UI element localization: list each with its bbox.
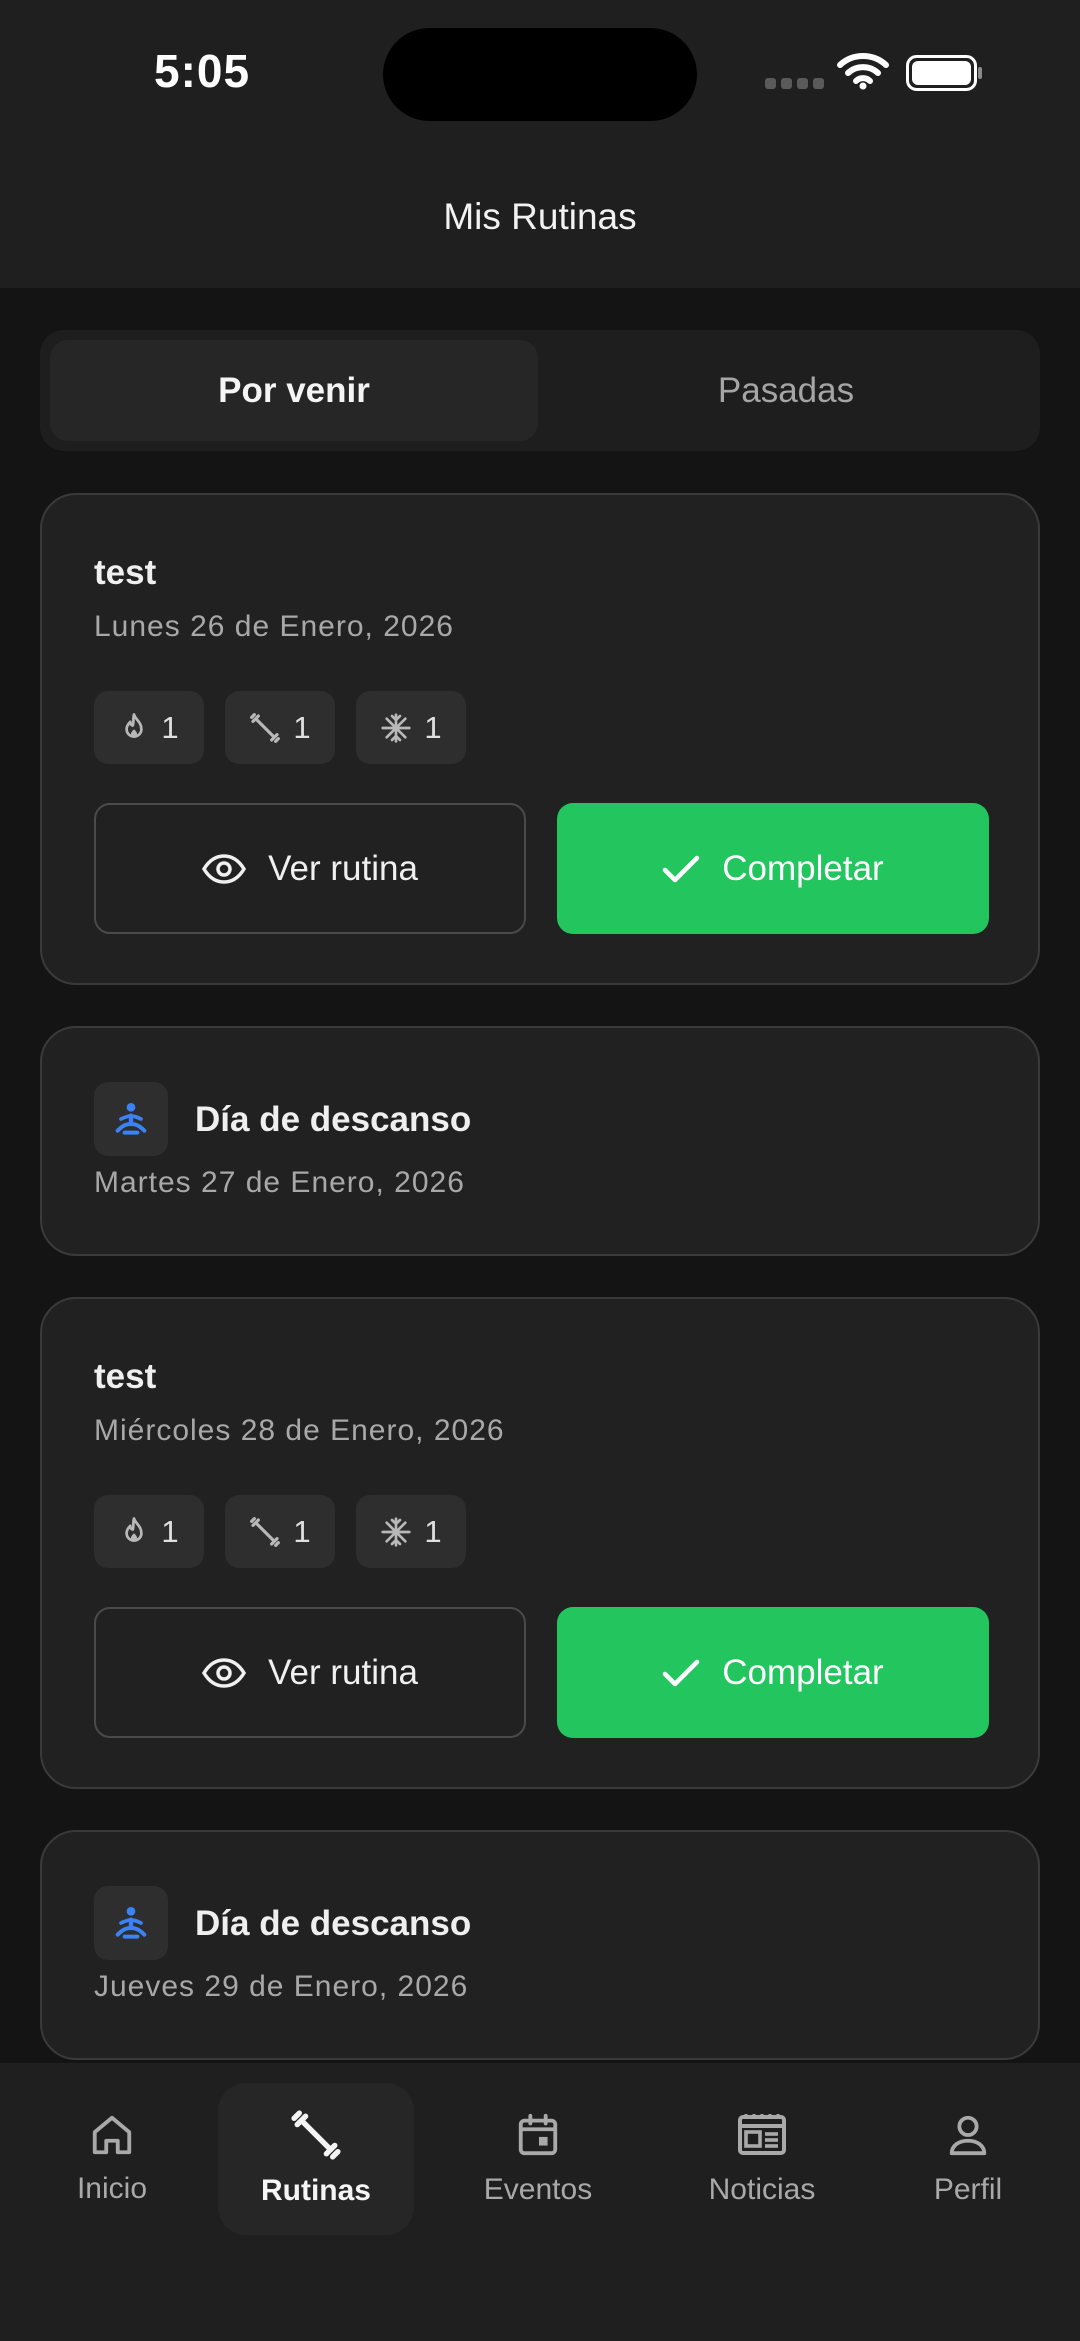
nav-item-noticias[interactable]: Noticias bbox=[692, 2083, 832, 2235]
routine-stats: 1 1 1 bbox=[94, 691, 466, 764]
nav-label-noticias: Noticias bbox=[708, 2173, 816, 2206]
warmup-count: 1 bbox=[161, 709, 179, 745]
view-routine-label: Ver rutina bbox=[268, 1652, 418, 1692]
cooldown-count: 1 bbox=[424, 709, 442, 745]
rest-day-card: Día de descanso Jueves 29 de Enero, 2026 bbox=[40, 1830, 1040, 2060]
dumbbell-icon bbox=[250, 1516, 281, 1547]
view-routine-button[interactable]: Ver rutina bbox=[94, 1607, 526, 1738]
warmup-chip: 1 bbox=[94, 1495, 204, 1568]
nav-label-inicio: Inicio bbox=[76, 2172, 148, 2205]
routine-date: Miércoles 28 de Enero, 2026 bbox=[94, 1414, 505, 1447]
rest-day-title: Día de descanso bbox=[195, 1100, 472, 1139]
nav-item-rutinas[interactable]: Rutinas bbox=[218, 2083, 414, 2235]
warmup-chip: 1 bbox=[94, 691, 204, 764]
cellular-signal-icon bbox=[765, 78, 824, 89]
cooldown-chip: 1 bbox=[356, 691, 466, 764]
home-icon bbox=[92, 2115, 132, 2155]
routine-date: Lunes 26 de Enero, 2026 bbox=[94, 610, 454, 643]
rest-day-card: Día de descanso Martes 27 de Enero, 2026 bbox=[40, 1026, 1040, 1256]
complete-label: Completar bbox=[722, 848, 884, 888]
nav-item-eventos[interactable]: Eventos bbox=[468, 2083, 608, 2235]
rest-day-date: Jueves 29 de Enero, 2026 bbox=[94, 1970, 469, 2003]
warmup-count: 1 bbox=[161, 1513, 179, 1549]
tab-past[interactable]: Pasadas bbox=[542, 340, 1030, 441]
user-icon bbox=[949, 2115, 987, 2156]
view-routine-button[interactable]: Ver rutina bbox=[94, 803, 526, 934]
rest-day-title: Día de descanso bbox=[195, 1904, 472, 1943]
routine-tabs: Por venir Pasadas bbox=[40, 330, 1040, 451]
nav-label-eventos: Eventos bbox=[483, 2173, 593, 2206]
view-routine-label: Ver rutina bbox=[268, 848, 418, 888]
routine-card: test Miércoles 28 de Enero, 2026 1 1 1 V… bbox=[40, 1297, 1040, 1789]
dynamic-island bbox=[383, 28, 697, 121]
routine-card: test Lunes 26 de Enero, 2026 1 1 1 Ver r… bbox=[40, 493, 1040, 985]
battery-icon bbox=[906, 55, 982, 91]
page-title: Mis Rutinas bbox=[443, 196, 637, 237]
exercise-chip: 1 bbox=[225, 691, 335, 764]
complete-label: Completar bbox=[722, 1652, 884, 1692]
complete-button[interactable]: Completar bbox=[557, 1607, 989, 1738]
eye-icon bbox=[202, 853, 247, 884]
flame-icon bbox=[125, 1516, 144, 1542]
dumbbell-icon bbox=[291, 2110, 341, 2160]
cooldown-chip: 1 bbox=[356, 1495, 466, 1568]
routine-title: test bbox=[94, 553, 157, 592]
check-icon bbox=[663, 1659, 700, 1686]
cooldown-count: 1 bbox=[424, 1513, 442, 1549]
routine-title: test bbox=[94, 1357, 157, 1396]
top-bar: 5:05 Mis Rutinas bbox=[0, 0, 1080, 288]
snowflake-icon bbox=[381, 712, 412, 743]
complete-button[interactable]: Completar bbox=[557, 803, 989, 934]
flame-icon bbox=[125, 712, 144, 738]
nav-item-inicio[interactable]: Inicio bbox=[42, 2083, 182, 2235]
check-icon bbox=[663, 855, 700, 882]
rest-day-date: Martes 27 de Enero, 2026 bbox=[94, 1166, 465, 1199]
eye-icon bbox=[202, 1657, 247, 1688]
status-time: 5:05 bbox=[154, 45, 251, 97]
nav-label-perfil: Perfil bbox=[933, 2173, 1003, 2206]
snowflake-icon bbox=[381, 1516, 412, 1547]
dumbbell-icon bbox=[250, 712, 281, 743]
exercise-count: 1 bbox=[293, 709, 311, 745]
meditation-icon bbox=[94, 1886, 168, 1960]
tab-upcoming[interactable]: Por venir bbox=[50, 340, 538, 441]
nav-item-perfil[interactable]: Perfil bbox=[898, 2083, 1038, 2235]
exercise-count: 1 bbox=[293, 1513, 311, 1549]
exercise-chip: 1 bbox=[225, 1495, 335, 1568]
meditation-icon bbox=[94, 1082, 168, 1156]
wifi-icon bbox=[837, 53, 889, 90]
bottom-nav: Inicio Rutinas Eventos Noticias Perfil bbox=[0, 2063, 1080, 2341]
nav-label-rutinas: Rutinas bbox=[260, 2174, 371, 2207]
newspaper-icon bbox=[738, 2114, 786, 2155]
routine-stats: 1 1 1 bbox=[94, 1495, 466, 1568]
app-screen: 5:05 Mis Rutinas Por venir Pasadas test … bbox=[0, 0, 1080, 2341]
calendar-icon bbox=[518, 2113, 558, 2156]
